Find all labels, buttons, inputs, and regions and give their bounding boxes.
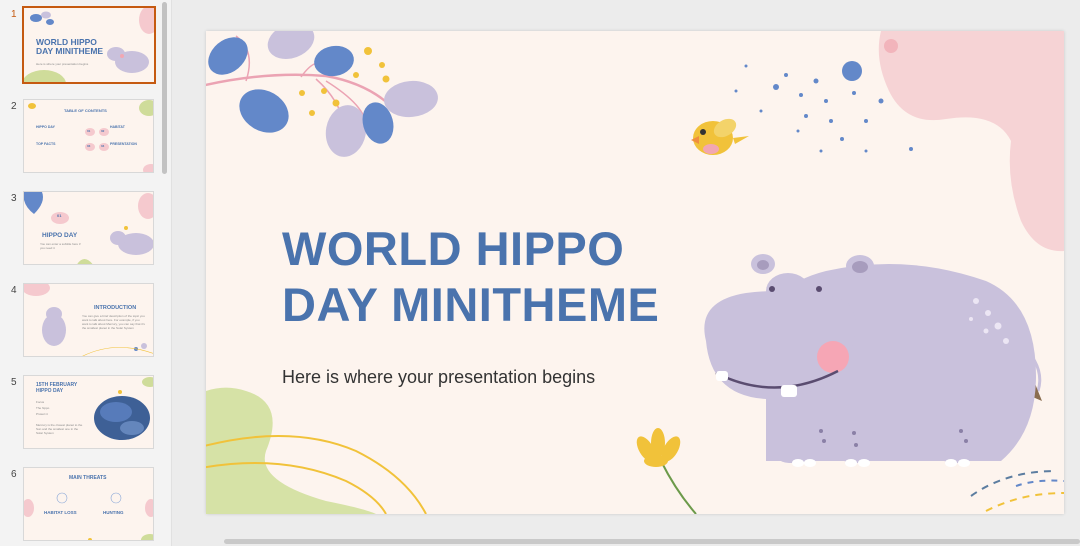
thumbnail-title: 15TH FEBRUARY HIPPO DAY (36, 382, 78, 394)
thumbnail-item: HABITAT (110, 125, 125, 129)
thumbnail-number: 4 (11, 285, 17, 296)
thumbnail-text: Here is where your presentation begins (36, 62, 89, 66)
thumbnail-item-num: 03 (87, 144, 91, 148)
thumbnail-title: INTRODUCTION (94, 305, 137, 311)
thumbnail-bullet: Protect it (36, 412, 48, 416)
thumbnail-number: 2 (11, 101, 17, 112)
slide-thumbnail-1[interactable]: WORLD HIPPO DAY MINITHEME Here is where … (22, 6, 156, 84)
thumbnail-title: WORLD HIPPO DAY MINITHEME (36, 37, 104, 57)
thumbnail-number: 3 (11, 193, 17, 204)
thumbnail-art (24, 192, 153, 264)
thumbnail-number: 1 (11, 9, 17, 20)
thumbnail-section-num: 01 (57, 213, 62, 218)
slide-thumbnail-5[interactable]: 15TH FEBRUARY HIPPO DAY Focus The hippo … (23, 375, 154, 449)
thumbnail-item: HABITAT LOSS (44, 510, 77, 515)
presentation-app: 1 WORLD HIPPO DAY MINITHEME Here is wher… (0, 0, 1080, 546)
slide-title-line-1: WORLD HIPPO (282, 222, 625, 275)
slide-thumbnail-pane[interactable]: 1 WORLD HIPPO DAY MINITHEME Here is wher… (0, 0, 172, 546)
thumbnail-text: Mercury is the closest planet to the Sun… (36, 423, 83, 435)
slide-thumbnail-6[interactable]: MAIN THREATS HABITAT LOSS HUNTING (23, 467, 154, 541)
thumbnail-bullet: Focus (36, 400, 45, 404)
thumbnail-item-num: 01 (87, 129, 91, 133)
thumbnail-number: 6 (11, 469, 17, 480)
thumbnail-item-num: 04 (101, 144, 105, 148)
thumbnail-title: HIPPO DAY (42, 232, 78, 239)
thumbnail-item: HUNTING (103, 510, 124, 515)
thumbnail-number: 5 (11, 377, 17, 388)
slide-subtitle[interactable]: Here is where your presentation begins (282, 367, 595, 388)
slide-thumbnail-3[interactable]: 01 HIPPO DAY You can enter a subtitle he… (23, 191, 154, 265)
slide-title-line-2: DAY MINITHEME (282, 278, 660, 331)
horizontal-scrollbar[interactable] (224, 539, 1080, 544)
thumbnail-title: MAIN THREATS (69, 475, 107, 481)
thumbnail-text: You can give a brief description of the … (82, 314, 145, 330)
main-slide-canvas[interactable]: WORLD HIPPO DAY MINITHEME Here is where … (206, 31, 1064, 514)
thumbnail-scrollbar[interactable] (162, 0, 168, 546)
thumbnail-title: TABLE OF CONTENTS (64, 108, 107, 113)
slide-thumbnail-4[interactable]: INTRODUCTION You can give a brief descri… (23, 283, 154, 357)
thumbnail-item: HIPPO DAY (36, 125, 55, 129)
thumbnail-item-num: 02 (101, 129, 105, 133)
slide-title[interactable]: WORLD HIPPO DAY MINITHEME (282, 221, 762, 333)
thumbnail-text: You can enter a subtitle here if you nee… (40, 242, 81, 250)
slide-thumbnail-2[interactable]: TABLE OF CONTENTS HIPPO DAY HABITAT TOP … (23, 99, 154, 173)
scrollbar-thumb[interactable] (162, 2, 167, 174)
thumbnail-item: TOP FACTS (36, 142, 56, 146)
thumbnail-item: PRESENTATION (110, 142, 137, 146)
thumbnail-bullet: The hippo (36, 406, 50, 410)
